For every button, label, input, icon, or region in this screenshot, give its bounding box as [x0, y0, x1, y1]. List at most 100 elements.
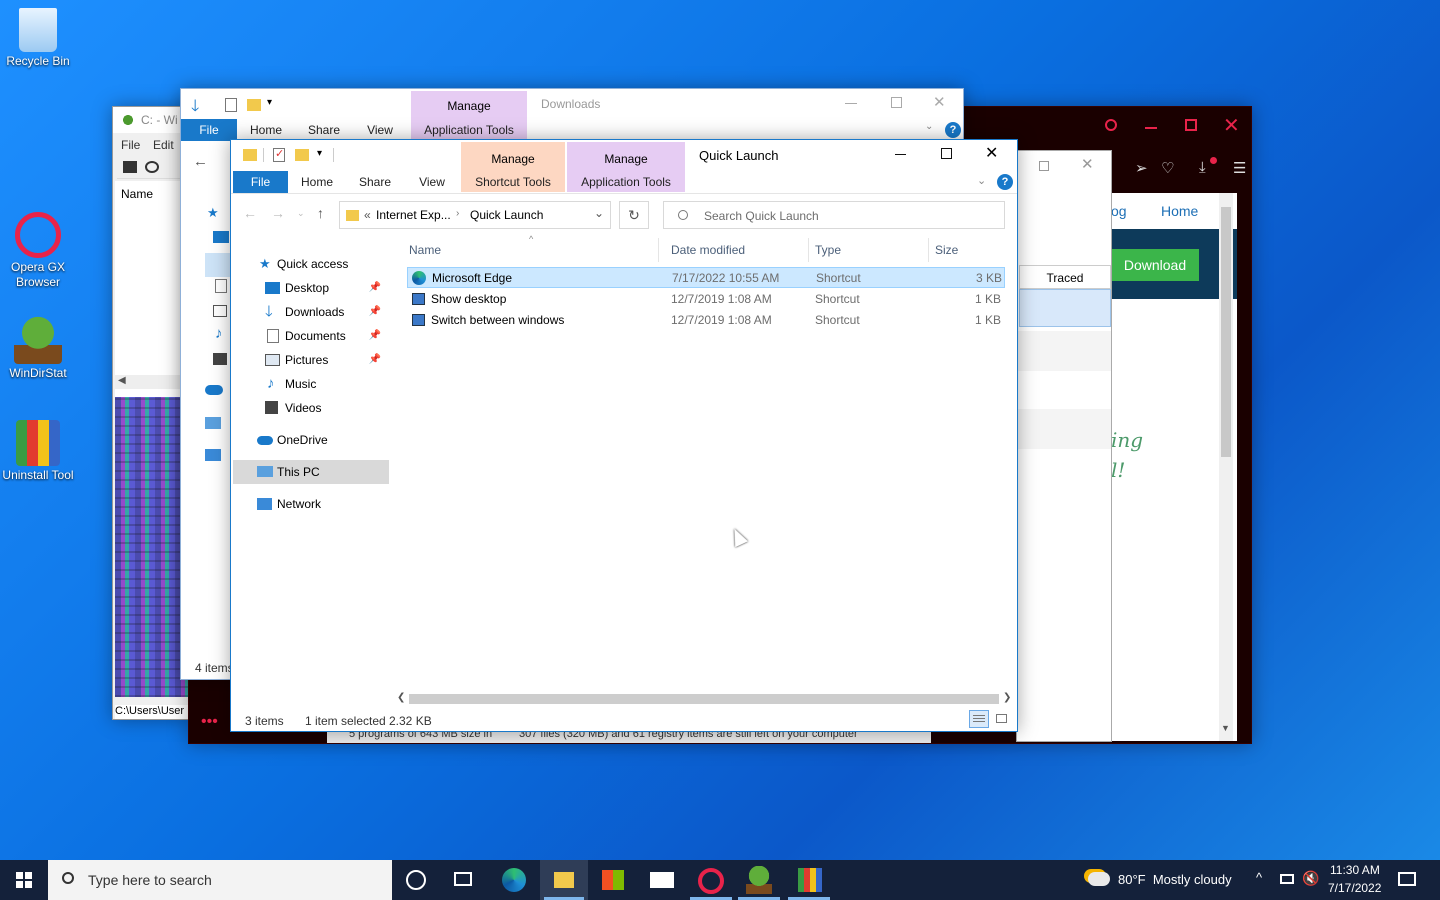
scrollbar[interactable]: ▼	[1219, 193, 1233, 741]
search-icon[interactable]	[1105, 119, 1117, 131]
breadcrumb-overflow[interactable]: «	[364, 208, 371, 222]
volume-muted-icon[interactable]: 🔇	[1302, 870, 1319, 887]
nav-this-pc[interactable]: This PC	[233, 460, 389, 484]
uninstall-tool-taskbar-icon[interactable]	[798, 868, 822, 892]
task-view-icon[interactable]	[454, 872, 472, 886]
chevron-down-icon[interactable]: ▾	[267, 97, 272, 108]
search-box[interactable]: Search Quick Launch	[663, 201, 1005, 229]
desktop-icon-opera-gx[interactable]: Opera GX Browser	[0, 212, 76, 290]
edge-taskbar-icon[interactable]	[502, 868, 526, 892]
recent-chevron-icon[interactable]: ⌄	[297, 208, 305, 219]
scroll-left-icon[interactable]: ❮	[397, 692, 405, 703]
download-button[interactable]: Download	[1111, 249, 1199, 281]
file-row-switch-between-windows[interactable]: Switch between windows 12/7/2019 1:08 AM…	[407, 310, 1005, 331]
nav-desktop[interactable]: Desktop 📌	[231, 276, 387, 300]
minimize-icon[interactable]	[845, 103, 857, 104]
open-folder-icon[interactable]	[123, 161, 137, 173]
downloads-tab-home[interactable]: Home	[241, 119, 291, 141]
heart-icon[interactable]: ♡	[1161, 159, 1174, 177]
nav-quick-access[interactable]: ★ Quick access	[231, 252, 387, 276]
file-explorer-taskbar-icon[interactable]	[540, 860, 588, 900]
minimize-button[interactable]	[895, 154, 906, 155]
desktop-icon-recycle-bin[interactable]: Recycle Bin	[0, 8, 76, 68]
nav-onedrive[interactable]: OneDrive	[231, 428, 387, 452]
minimize-icon[interactable]	[1145, 127, 1157, 129]
traced-column-header[interactable]: Traced	[1019, 265, 1111, 289]
downloads-tab-file[interactable]: File	[181, 119, 237, 141]
breadcrumb-internet-explorer[interactable]: Internet Exp...	[376, 208, 451, 222]
close-icon[interactable]: ✕	[1223, 113, 1240, 138]
windirstat-menu-edit[interactable]: Edit	[153, 138, 174, 152]
up-button[interactable]: ↑	[317, 205, 324, 221]
nav-downloads[interactable]: 🡓 Downloads 📌	[231, 300, 387, 324]
close-button[interactable]: ✕	[985, 143, 998, 163]
nav-videos[interactable]: Videos	[231, 396, 387, 420]
horizontal-scrollbar[interactable]: ❮ ❯	[395, 692, 1015, 706]
notification-center-icon[interactable]	[1398, 872, 1416, 886]
maximize-button[interactable]	[941, 148, 952, 159]
close-icon[interactable]: ✕	[1081, 155, 1094, 173]
send-icon[interactable]: ➢	[1135, 159, 1148, 177]
column-name[interactable]: Name	[409, 238, 659, 262]
downloads-tab-share[interactable]: Share	[299, 119, 349, 141]
tab-application-tools[interactable]: Application Tools	[567, 171, 685, 193]
show-hidden-icons[interactable]: ^	[1256, 870, 1262, 885]
windirstat-taskbar-icon[interactable]	[746, 866, 772, 894]
scrollbar-thumb[interactable]	[409, 694, 999, 704]
breadcrumb-quick-launch[interactable]: Quick Launch	[470, 208, 543, 222]
scroll-right-icon[interactable]: ❯	[1003, 692, 1011, 703]
refresh-icon[interactable]	[145, 161, 159, 173]
scroll-left-icon[interactable]: ◀	[118, 375, 126, 386]
store-taskbar-icon[interactable]	[602, 870, 624, 890]
taskbar-search-box[interactable]: Type here to search	[48, 860, 392, 900]
downloads-tab-view[interactable]: View	[357, 119, 403, 141]
tab-share[interactable]: Share	[349, 171, 401, 193]
download-icon[interactable]: ⤓	[1199, 159, 1206, 176]
tab-view[interactable]: View	[407, 171, 457, 193]
close-icon[interactable]: ✕	[933, 93, 946, 111]
maximize-icon[interactable]	[1039, 161, 1049, 171]
large-icons-view-button[interactable]	[993, 710, 1011, 728]
nav-music[interactable]: ♪ Music	[231, 372, 387, 396]
nav-network[interactable]: Network	[231, 492, 387, 516]
tab-file[interactable]: File	[233, 171, 288, 193]
tab-home[interactable]: Home	[291, 171, 343, 193]
network-tray-icon[interactable]	[1280, 874, 1294, 884]
maximize-icon[interactable]	[1185, 119, 1197, 131]
downloads-tab-application-tools[interactable]: Application Tools	[411, 119, 527, 141]
column-size[interactable]: Size	[935, 238, 1005, 262]
tab-shortcut-tools[interactable]: Shortcut Tools	[461, 171, 565, 193]
new-folder-icon[interactable]	[295, 149, 309, 161]
cortana-button[interactable]	[406, 870, 426, 890]
maximize-icon[interactable]	[891, 97, 902, 108]
titlebar[interactable]: ✓ ▾ Manage Manage Quick Launch ✕	[231, 140, 1017, 192]
desktop-icon-uninstall-tool[interactable]: Uninstall Tool	[0, 420, 76, 482]
clock-time[interactable]: 11:30 AM	[1330, 863, 1380, 877]
chevron-down-icon[interactable]: ▾	[317, 148, 322, 159]
column-type[interactable]: Type	[815, 238, 929, 262]
windirstat-col-name[interactable]: Name	[121, 187, 153, 201]
address-bar[interactable]: « Internet Exp... › Quick Launch ⌄	[339, 201, 611, 229]
scroll-down-icon[interactable]: ▼	[1221, 723, 1230, 733]
nav-pictures[interactable]: Pictures 📌	[231, 348, 387, 372]
properties-icon[interactable]	[225, 98, 237, 112]
column-date-modified[interactable]: Date modified	[671, 238, 809, 262]
ribbon-expand-icon[interactable]: ⌄	[977, 174, 986, 187]
windirstat-menu-file[interactable]: File	[121, 138, 140, 152]
start-button[interactable]	[0, 860, 48, 900]
help-icon[interactable]: ?	[997, 174, 1013, 190]
weather-widget[interactable]: 80°F Mostly cloudy	[1086, 860, 1248, 900]
nav-documents[interactable]: Documents 📌	[231, 324, 387, 348]
refresh-button[interactable]: ↻	[619, 201, 649, 229]
chevron-down-icon[interactable]: ⌄	[925, 121, 933, 132]
menu-icon[interactable]: ☰	[1233, 159, 1246, 177]
forward-button[interactable]: →	[271, 205, 285, 221]
uninstall-nav-blog[interactable]: og	[1111, 203, 1127, 219]
help-icon[interactable]: ?	[945, 122, 961, 138]
opera-gx-taskbar-icon[interactable]	[698, 868, 724, 894]
uninstall-nav-home[interactable]: Home	[1161, 203, 1198, 219]
address-dropdown-icon[interactable]: ⌄	[594, 206, 604, 220]
file-row-microsoft-edge[interactable]: Microsoft Edge 7/17/2022 10:55 AM Shortc…	[407, 267, 1005, 288]
mail-taskbar-icon[interactable]	[650, 872, 674, 888]
quick-launch-explorer-window[interactable]: ✓ ▾ Manage Manage Quick Launch ✕ File Ho…	[230, 139, 1018, 732]
